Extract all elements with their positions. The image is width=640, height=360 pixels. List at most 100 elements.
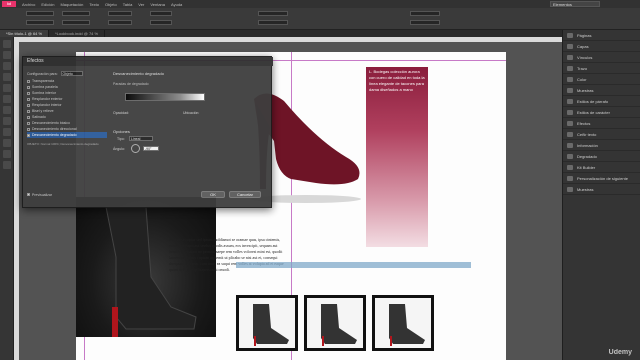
panel-item-pages[interactable]: Páginas	[563, 30, 640, 41]
gradient-ramp[interactable]	[125, 93, 205, 101]
panel-label: Vínculos	[577, 55, 593, 60]
menu-item-tabla[interactable]: Tabla	[123, 2, 133, 7]
links-icon	[567, 55, 573, 60]
panel-item-links[interactable]: Vínculos	[563, 52, 640, 63]
menu-item-texto[interactable]: Texto	[89, 2, 99, 7]
panel-item-kit[interactable]: Kit Builder	[563, 162, 640, 173]
zoom-tool-icon[interactable]	[3, 150, 11, 158]
boot-thumbnail[interactable]	[304, 295, 366, 351]
type-tool-icon[interactable]	[3, 73, 11, 81]
x-position-field[interactable]	[26, 11, 54, 16]
height-field[interactable]	[62, 20, 90, 25]
effect-checkbox[interactable]	[27, 85, 30, 89]
panel-label: Estilos de párrafo	[577, 99, 609, 104]
effect-checkbox[interactable]	[27, 121, 30, 125]
panel-item-gradient[interactable]: Degradado	[563, 151, 640, 162]
effect-checkbox[interactable]	[27, 79, 30, 83]
panel-item-custom[interactable]: Personalización de siguiente	[563, 173, 640, 184]
effect-checkbox[interactable]	[27, 91, 30, 95]
pink-frame-text: L. Bodegas colección aurora con cuero de…	[369, 69, 425, 92]
gradient-stops-label: Paradas de degradado	[113, 82, 149, 86]
panel-item-color[interactable]: Color	[563, 74, 640, 85]
control-bar	[0, 8, 640, 30]
panel-item-character-styles[interactable]: Estilos de carácter	[563, 107, 640, 118]
effect-checkbox[interactable]	[27, 109, 30, 113]
direct-selection-tool-icon[interactable]	[3, 51, 11, 59]
selection-tool-icon[interactable]	[3, 40, 11, 48]
panel-item-text-wrap[interactable]: Ceñir texto	[563, 129, 640, 140]
effect-checkbox[interactable]	[27, 103, 30, 107]
preview-row[interactable]: Previsualizar	[27, 193, 52, 197]
doc-tab[interactable]: *Lookbook.indd @ 74 %	[49, 30, 106, 37]
boot-thumb-icon	[253, 304, 289, 346]
effect-checkbox[interactable]	[27, 115, 30, 119]
scissors-tool-icon[interactable]	[3, 117, 11, 125]
text-wrap-icon	[567, 132, 573, 137]
page-tool-icon[interactable]	[3, 62, 11, 70]
menu-item-edicion[interactable]: Edición	[41, 2, 54, 7]
color-icon	[567, 77, 573, 82]
pages-icon	[567, 33, 573, 38]
panel-item-swatches[interactable]: Muestras	[563, 85, 640, 96]
angle-input[interactable]: -90°	[143, 146, 159, 151]
boot-thumb-icon	[389, 304, 425, 346]
panel-label: Muestras	[577, 187, 594, 192]
menu-item-ayuda[interactable]: Ayuda	[171, 2, 182, 7]
shear-field[interactable]	[150, 20, 172, 25]
effect-label: Resplandor interior	[32, 103, 62, 107]
ok-button[interactable]: OK	[201, 191, 225, 198]
panel-item-stroke[interactable]: Trazo	[563, 63, 640, 74]
menu-item-ventana[interactable]: Ventana	[150, 2, 165, 7]
stroke-weight-field[interactable]	[258, 20, 288, 25]
rectangle-tool-icon[interactable]	[3, 106, 11, 114]
pen-tool-icon[interactable]	[3, 84, 11, 92]
effect-item-gradient-feather[interactable]: Desvanecimiento degradado	[27, 132, 107, 138]
location-label: Ubicación:	[183, 111, 200, 115]
preview-checkbox[interactable]	[27, 193, 30, 196]
thumbnail-row	[236, 295, 436, 355]
vertical-ruler	[14, 42, 19, 360]
y-position-field[interactable]	[26, 20, 54, 25]
fill-swatch[interactable]	[258, 11, 288, 16]
rectangle-frame-tool-icon[interactable]	[3, 95, 11, 103]
gradient-tool-icon[interactable]	[3, 128, 11, 136]
rotation-field[interactable]	[150, 11, 172, 16]
panel-item-layers[interactable]: Capas	[563, 41, 640, 52]
boot-thumbnail[interactable]	[236, 295, 298, 351]
corner-field[interactable]	[410, 20, 440, 25]
effect-label: Satinado	[32, 115, 46, 119]
menu-item-ver[interactable]: Ver	[138, 2, 144, 7]
panel-item-paragraph-styles[interactable]: Estilos de párrafo	[563, 96, 640, 107]
panel-item-swatches-2[interactable]: Muestras	[563, 184, 640, 195]
panel-item-info[interactable]: Información	[563, 140, 640, 151]
menu-item-maquetacion[interactable]: Maquetación	[60, 2, 83, 7]
pink-gradient-text-frame[interactable]: L. Bodegas colección aurora con cuero de…	[366, 67, 428, 247]
angle-dial[interactable]	[131, 144, 140, 153]
width-field[interactable]	[62, 11, 90, 16]
swatches-icon	[567, 88, 573, 93]
menu-item-objeto[interactable]: Objeto	[105, 2, 117, 7]
scale-x-field[interactable]	[108, 11, 132, 16]
layers-icon	[567, 44, 573, 49]
opacity-field[interactable]	[410, 11, 440, 16]
paragraph-styles-icon	[567, 99, 573, 104]
cancel-button[interactable]: Cancelar	[229, 191, 261, 198]
scale-y-field[interactable]	[108, 20, 132, 25]
custom-icon	[567, 176, 573, 181]
effect-checkbox[interactable]	[27, 97, 30, 101]
effect-checkbox[interactable]	[27, 127, 30, 131]
menu-item-archivo[interactable]: Archivo	[22, 2, 35, 7]
workspace-switcher[interactable]: Elementos	[550, 1, 600, 7]
panel-label: Páginas	[577, 33, 592, 38]
panel-label: Color	[577, 77, 587, 82]
fill-stroke-icon[interactable]	[3, 161, 11, 169]
tools-panel	[0, 37, 14, 360]
doc-tab-active[interactable]: *Sin título-1 @ 64 %	[0, 30, 50, 37]
hand-tool-icon[interactable]	[3, 139, 11, 147]
config-select[interactable]: Objeto	[60, 71, 83, 76]
effect-checkbox-checked[interactable]	[27, 133, 30, 137]
type-select[interactable]: Lineal	[129, 136, 153, 141]
boot-thumbnail[interactable]	[372, 295, 434, 351]
panel-item-effects[interactable]: Efectos	[563, 118, 640, 129]
panel-label: Degradado	[577, 154, 597, 159]
